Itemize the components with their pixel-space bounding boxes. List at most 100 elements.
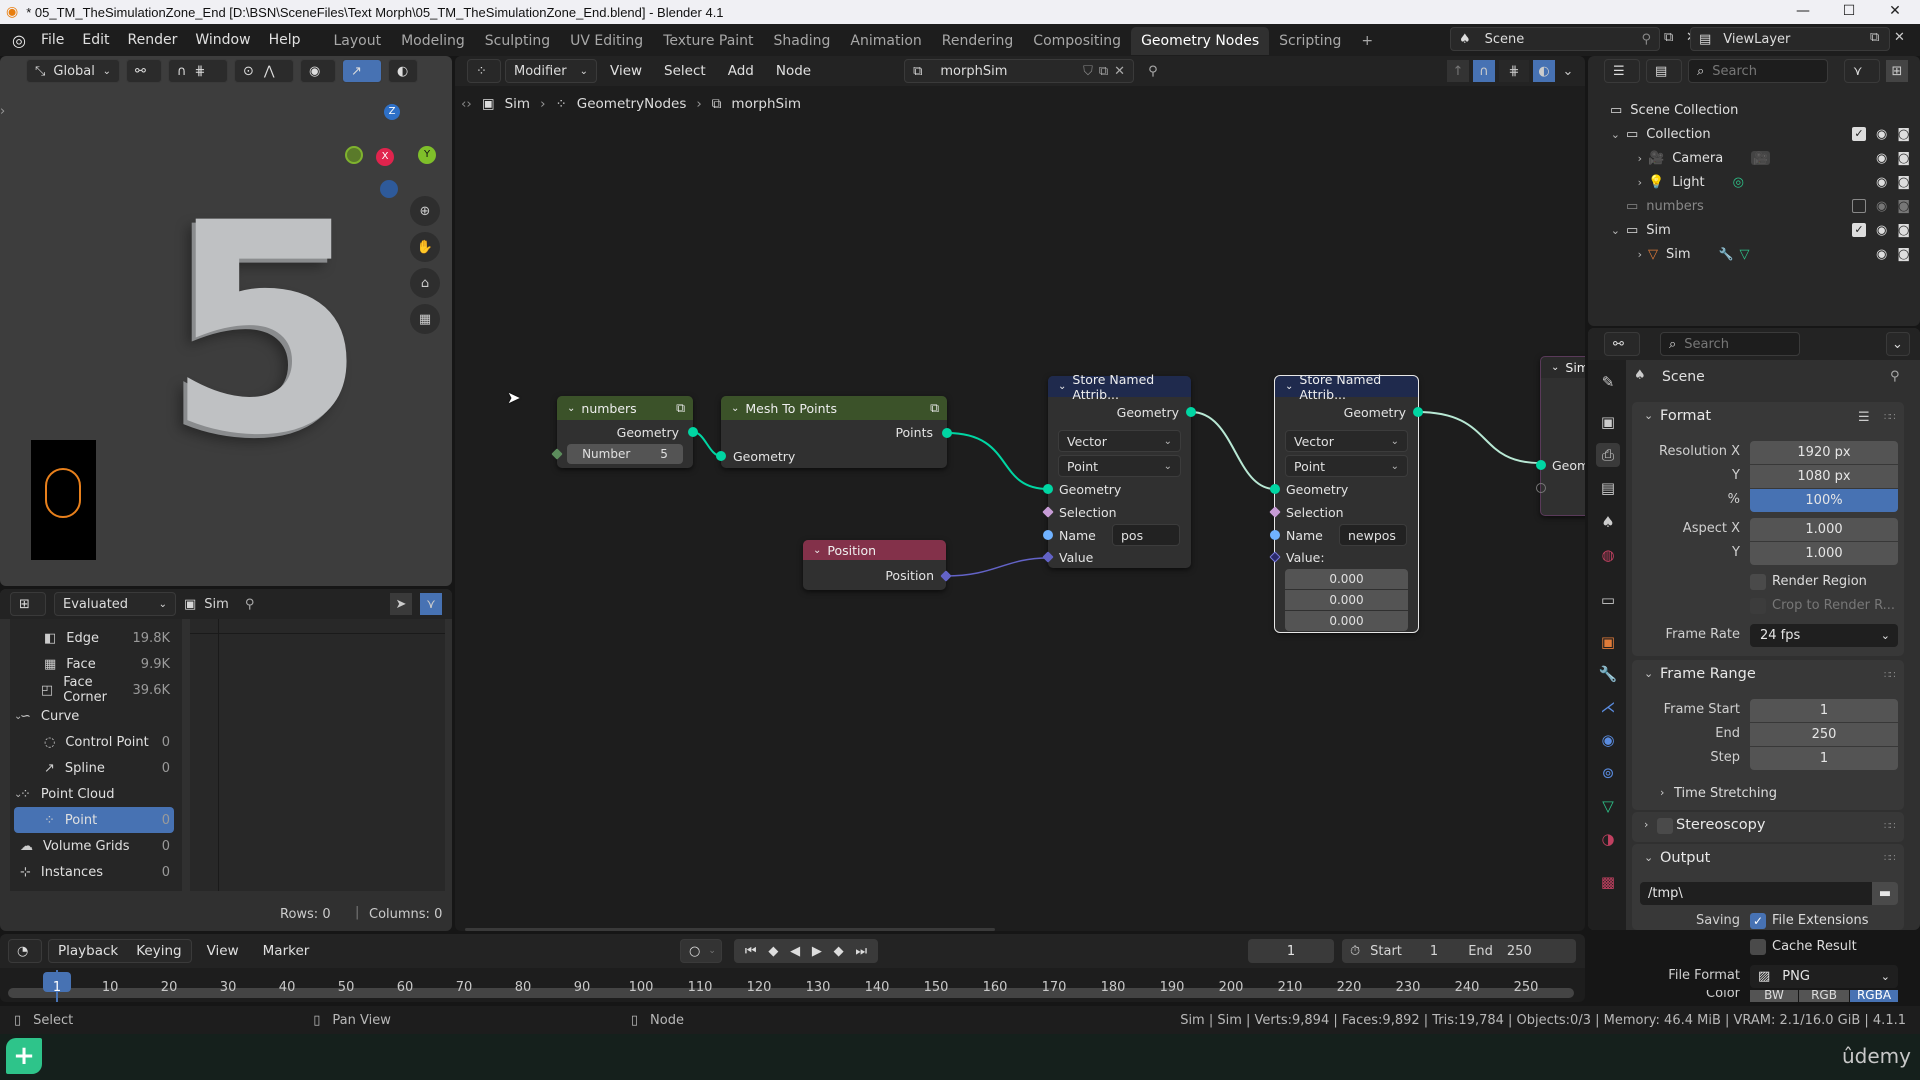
viewlayer-selector[interactable]: ▤ ViewLayer: [1690, 27, 1890, 51]
cache-result-checkbox[interactable]: [1750, 939, 1766, 955]
render-camera-icon[interactable]: ◙: [1897, 127, 1910, 142]
empty-input-socket[interactable]: [1536, 483, 1546, 493]
light-data-icon[interactable]: ◎: [1733, 175, 1744, 190]
new-viewlayer-icon[interactable]: ⧉: [1870, 30, 1879, 45]
camera-view-icon[interactable]: ⌂: [410, 268, 440, 298]
eye-icon[interactable]: ◉: [1876, 175, 1887, 190]
grid-ortho-icon[interactable]: ▦: [410, 304, 440, 334]
data-type-dropdown[interactable]: Vector ⌄: [1285, 430, 1408, 452]
chevron-right-icon[interactable]: ›: [1644, 818, 1648, 831]
tab-animation[interactable]: Animation: [840, 27, 931, 55]
start-value[interactable]: 1: [1430, 944, 1438, 959]
proportional-edit-toggle[interactable]: ⊙ ⋀: [234, 59, 294, 83]
gizmo-neg-z[interactable]: [380, 180, 398, 198]
toolbar-expand-icon[interactable]: ›: [0, 104, 5, 119]
tab-rendering[interactable]: Rendering: [932, 27, 1024, 55]
menu-render[interactable]: Render: [119, 24, 187, 56]
node-header[interactable]: ⌄ Store Named Attrib...: [1048, 372, 1191, 402]
resolution-x-field[interactable]: 1920 px: [1750, 441, 1898, 464]
resolution-percent-slider[interactable]: 100%: [1750, 489, 1898, 512]
eye-icon[interactable]: ◉: [1876, 199, 1887, 214]
render-camera-icon[interactable]: ◙: [1897, 223, 1910, 238]
value-z-field[interactable]: 0.000: [1285, 611, 1408, 631]
value-x-field[interactable]: 0.000: [1285, 569, 1408, 589]
chevron-down-icon[interactable]: ⌄: [1644, 851, 1653, 864]
3d-viewport[interactable]: ⤡ Global ⌄ ⚯ ∩ ⋕ ⊙ ⋀ ◉ ↗ ◐ › Z X Y ⊕ ✋ ⌂ ▦…: [0, 56, 452, 586]
outliner-search-input[interactable]: ⌕ Search: [1688, 59, 1828, 83]
tab-modeling[interactable]: Modeling: [391, 27, 475, 55]
file-extensions-checkbox[interactable]: ✓: [1750, 913, 1766, 929]
next-keyframe-icon[interactable]: ◆: [834, 944, 844, 959]
node-store-named-attribute-newpos[interactable]: ⌄ Store Named Attrib... Geometry Vector ⌄…: [1269, 372, 1423, 633]
node-simulation-input-partial[interactable]: ⌄ Sim Geom: [1536, 356, 1585, 516]
add-workspace-button[interactable]: +: [1351, 27, 1383, 55]
world-tab-icon[interactable]: ◍: [1596, 543, 1620, 567]
outliner-item[interactable]: ▭ numbers ◉ ◙: [1588, 194, 1918, 218]
texture-tab-icon[interactable]: ▩: [1596, 870, 1620, 894]
node-store-named-attribute-pos[interactable]: ⌄ Store Named Attrib... Geometry Vector ⌄…: [1042, 372, 1196, 568]
outliner-item[interactable]: › ▽ Sim 🔧 ▽ ◉ ◙: [1588, 242, 1918, 266]
filter-dropdown[interactable]: ⋎: [1844, 59, 1880, 83]
tab-uv-editing[interactable]: UV Editing: [560, 27, 653, 55]
chevron-down-icon[interactable]: ⌄: [1588, 224, 1626, 237]
exclude-checkbox[interactable]: [1852, 199, 1866, 213]
stereoscopy-title[interactable]: Stereoscopy: [1676, 817, 1765, 833]
stereoscopy-checkbox[interactable]: [1657, 818, 1673, 834]
node-editor[interactable]: ⁘ Modifier ⌄ View Select Add Node ⧉ morp…: [455, 56, 1585, 931]
current-frame-field[interactable]: 1: [1248, 939, 1334, 963]
node-header[interactable]: ⌄ Mesh To Points ⧉: [721, 396, 947, 420]
particles-tab-icon[interactable]: ⋌: [1596, 695, 1620, 719]
collection-tab-icon[interactable]: ▭: [1596, 588, 1620, 612]
new-collection-icon[interactable]: ⊞: [1886, 60, 1908, 82]
tab-texture-paint[interactable]: Texture Paint: [653, 27, 763, 55]
eye-icon[interactable]: ◉: [1876, 151, 1887, 166]
exclude-checkbox[interactable]: ✓: [1852, 127, 1866, 141]
value-y-field[interactable]: 0.000: [1285, 590, 1408, 610]
delete-viewlayer-icon[interactable]: ✕: [1894, 30, 1905, 45]
node-position[interactable]: ⌄ Position Position: [803, 540, 952, 590]
scene-selector[interactable]: ♠ Scene ⚲: [1450, 27, 1660, 51]
pivot-dropdown[interactable]: ⚯: [126, 59, 162, 83]
chevron-right-icon[interactable]: ›: [1588, 248, 1648, 261]
render-camera-icon[interactable]: ◙: [1897, 175, 1910, 190]
menu-edit[interactable]: Edit: [73, 24, 118, 56]
minimize-button[interactable]: —: [1780, 0, 1826, 24]
filter-view-dropdown[interactable]: ▤: [1646, 59, 1682, 83]
collapse-icon[interactable]: ⌄: [813, 545, 821, 556]
pin-icon[interactable]: ⚲: [1641, 32, 1651, 47]
outliner-item[interactable]: ⌄ ▭ Collection ✓ ◉ ◙: [1588, 122, 1918, 146]
aspect-y-field[interactable]: 1.000: [1750, 542, 1898, 565]
data-type-dropdown[interactable]: Vector ⌄: [1058, 430, 1181, 452]
eye-icon[interactable]: ◉: [1876, 223, 1887, 238]
hand-pan-icon[interactable]: ✋: [410, 232, 440, 262]
auto-keying-toggle[interactable]: ○ ⌄: [680, 939, 722, 963]
geometry-input-socket[interactable]: [716, 451, 726, 461]
drag-handle-icon[interactable]: ∷∷: [1884, 821, 1896, 832]
snap-toggle[interactable]: ∩ ⋕: [168, 59, 228, 83]
tab-scripting[interactable]: Scripting: [1269, 27, 1351, 55]
eye-icon[interactable]: ◉: [1876, 247, 1887, 262]
crop-checkbox[interactable]: [1750, 598, 1766, 614]
tab-layout[interactable]: Layout: [324, 27, 392, 55]
render-region-checkbox[interactable]: [1750, 574, 1766, 590]
name-field[interactable]: newpos: [1339, 524, 1407, 546]
maximize-button[interactable]: ☐: [1826, 0, 1872, 24]
chevron-right-icon[interactable]: ›: [1588, 152, 1648, 165]
mesh-data-icon[interactable]: ▽: [1739, 247, 1749, 262]
folder-icon[interactable]: ▬: [1872, 882, 1898, 905]
geometry-input-socket[interactable]: [1536, 460, 1546, 470]
color-bw-button[interactable]: BW: [1750, 990, 1798, 1002]
frame-range-title[interactable]: Frame Range: [1660, 666, 1756, 682]
aspect-x-field[interactable]: 1.000: [1750, 518, 1898, 541]
play-reverse-icon[interactable]: ◀: [790, 944, 800, 959]
color-rgba-button[interactable]: RGBA: [1850, 990, 1898, 1002]
gizmo-y-axis[interactable]: Y: [418, 146, 436, 164]
pin-icon[interactable]: ⚲: [245, 597, 255, 612]
menu-window[interactable]: Window: [186, 24, 259, 56]
frame-end-field[interactable]: 250: [1750, 723, 1898, 746]
menu-help[interactable]: Help: [260, 24, 310, 56]
gizmo-z-axis[interactable]: Z: [384, 104, 400, 120]
node-header[interactable]: ⌄ Position: [803, 540, 946, 560]
data-tab-icon[interactable]: ▽: [1596, 794, 1620, 818]
overlay-toggle[interactable]: ◐: [388, 59, 418, 83]
